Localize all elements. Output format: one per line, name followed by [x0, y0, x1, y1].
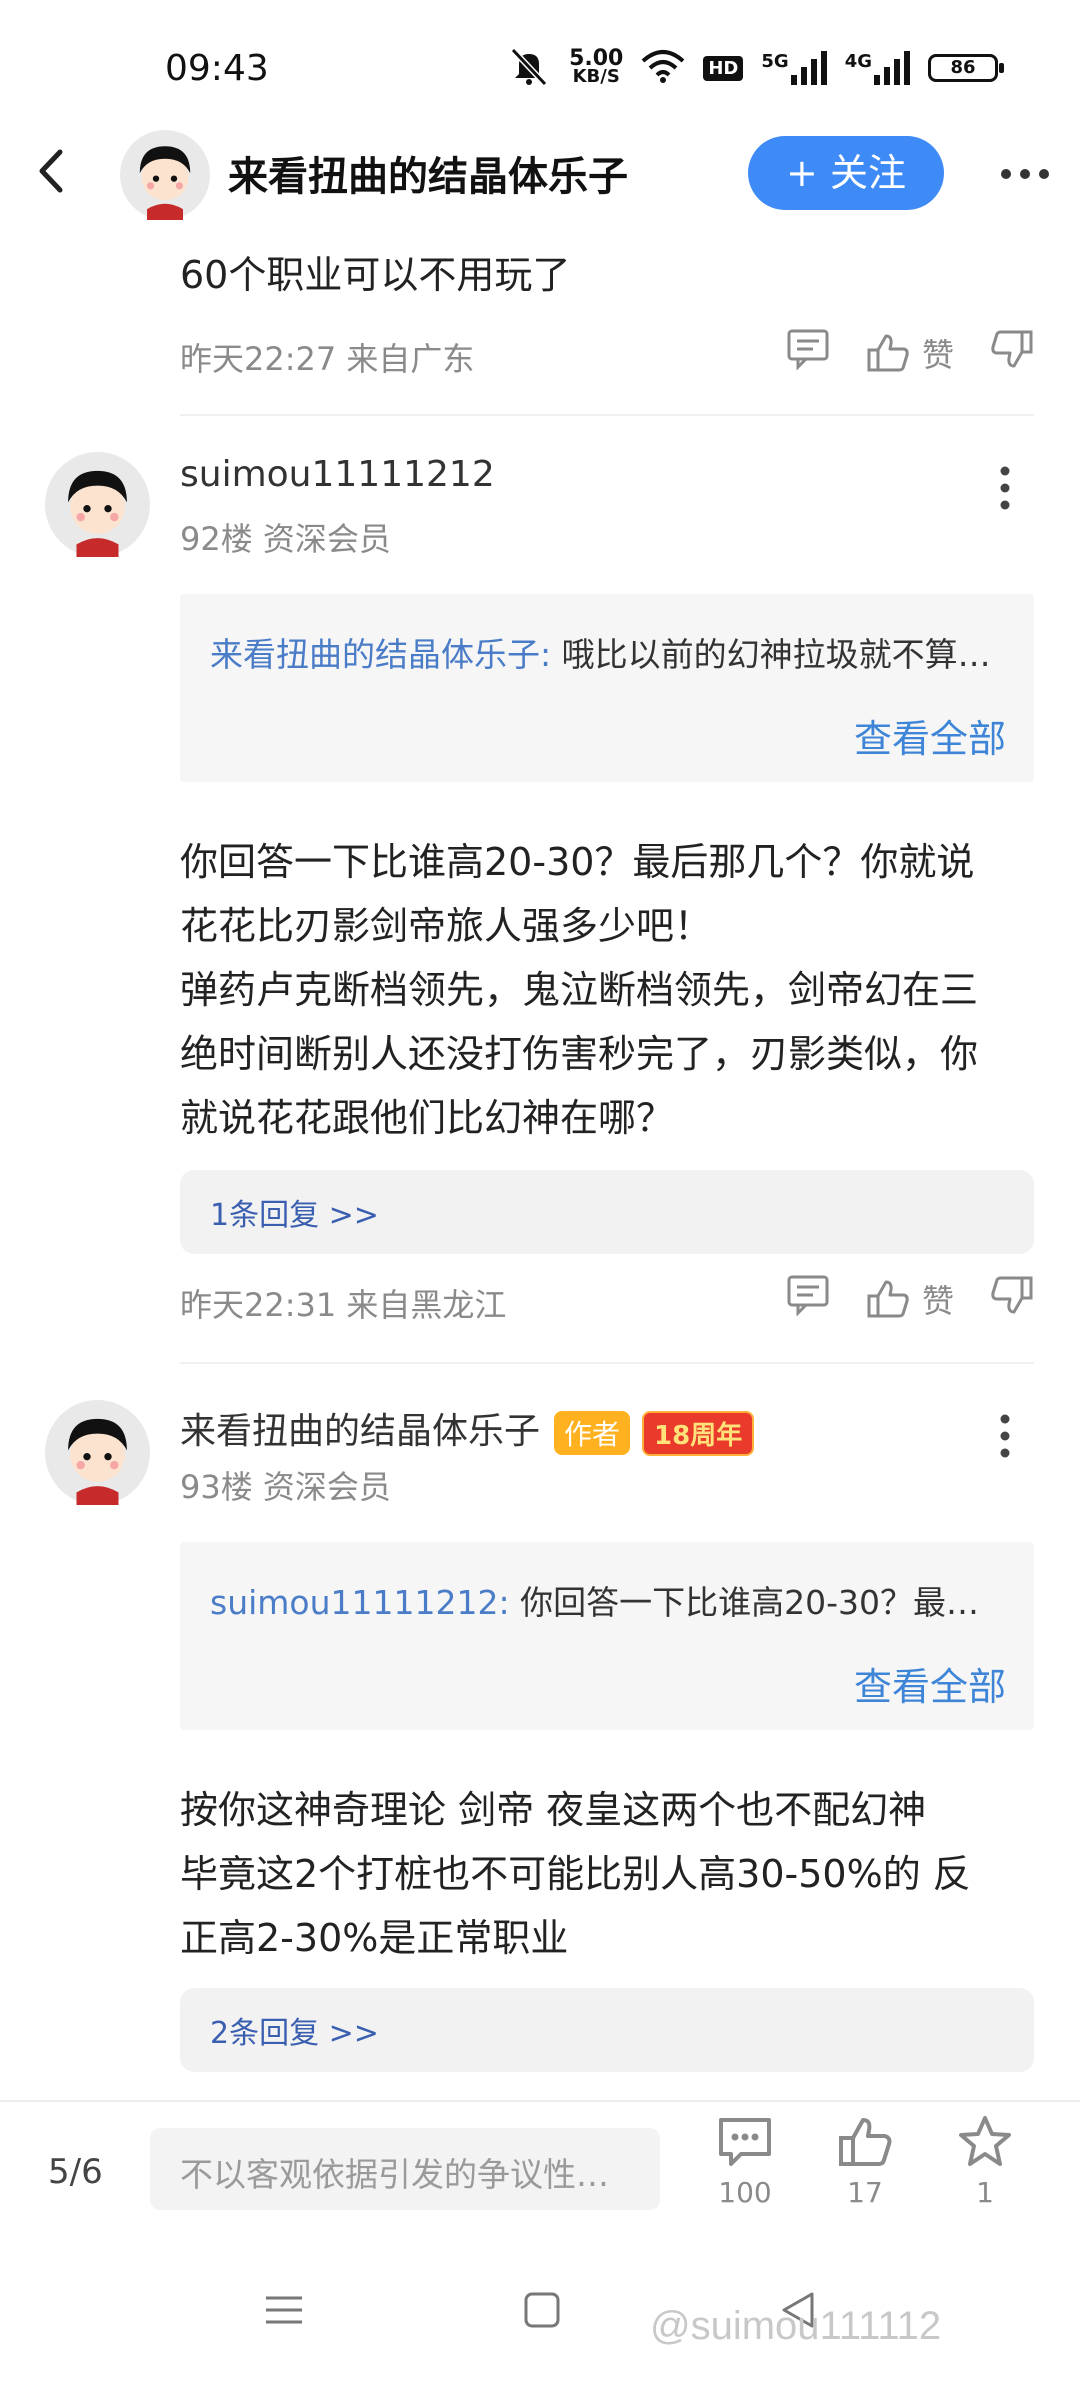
post-body: 按你这神奇理论 剑帝 夜皇这两个也不配幻神 毕竟这2个打桩也不可能比别人高30-… [180, 1778, 1040, 1970]
signal-4g-icon: 4G [845, 51, 910, 85]
quote-box[interactable]: suimou11111212: 你回答一下比谁高20-30？最后那几个？ 查看全… [180, 1542, 1034, 1730]
post-body-line: 就说花花跟他们比幻神在哪？ [180, 1096, 675, 1140]
like-thread-button[interactable]: 17 [810, 2114, 920, 2209]
anniversary-badge: 18周年 [642, 1410, 755, 1456]
page-title: 来看扭曲的结晶体乐子 [228, 154, 628, 200]
comments-button[interactable]: 100 [690, 2114, 800, 2209]
username[interactable]: suimou11111212 [180, 454, 495, 495]
quote-box[interactable]: 来看扭曲的结晶体乐子: 哦比以前的幻神拉圾就不算幻神拉圾了 查看全部 [180, 594, 1034, 782]
username[interactable]: 来看扭曲的结晶体乐子 [180, 1411, 540, 1452]
post-body-line: 花花比刃影剑帝旅人强多少吧！ [180, 904, 713, 948]
replies-link[interactable]: 2条回复 >> [180, 1988, 1034, 2072]
comment-count: 100 [718, 2176, 772, 2209]
post-meta: 昨天22:27 来自广东 [180, 340, 475, 378]
star-icon [959, 2116, 1011, 2166]
thumbs-up-icon [867, 1280, 909, 1318]
status-time: 09:43 [165, 48, 269, 89]
post-body-line: 正高2-30%是正常职业 [180, 1916, 569, 1960]
comment-bubble-icon [719, 2118, 771, 2166]
status-bar: 09:43 5.00 KB/S HD 5G 4G 86 [0, 0, 1080, 130]
post-actions: 赞 [786, 328, 1034, 378]
bottom-action-bar: 5/6 不以客观依据引发的争议性言论 100 17 1 [0, 2100, 1080, 2250]
post-meta: 昨天22:31 来自黑龙江 [180, 1286, 507, 1324]
header-avatar[interactable] [120, 130, 210, 220]
menu-nav-icon[interactable] [264, 2290, 304, 2334]
view-all-link[interactable]: 查看全部 [854, 1656, 1006, 1711]
like-button[interactable]: 赞 [866, 1276, 954, 1322]
avatar[interactable] [45, 452, 150, 557]
post-body-line: 毕竟这2个打桩也不可能比别人高30-50%的 反 [180, 1852, 971, 1896]
username-row: 来看扭曲的结晶体乐子 作者 18周年 [180, 1402, 755, 1456]
favorite-button[interactable]: 1 [930, 2114, 1040, 2209]
thumbs-up-icon [839, 2118, 892, 2166]
post-actions: 赞 [786, 1274, 1034, 1324]
quote-text: 哦比以前的幻神拉圾就不算幻神拉圾了 [561, 635, 1008, 674]
favorite-count: 1 [976, 2176, 994, 2209]
floor-info: 93楼 资深会员 [180, 1468, 391, 1506]
post-body-tail: 60个职业可以不用玩了 [180, 253, 571, 297]
reply-input[interactable]: 不以客观依据引发的争议性言论 [150, 2128, 660, 2210]
follow-button[interactable]: + 关注 [748, 136, 944, 210]
post-body: 你回答一下比谁高20-30？最后那几个？你就说 花花比刃影剑帝旅人强多少吧！ 弹… [180, 830, 1040, 1150]
floor-info: 92楼 资深会员 [180, 520, 391, 558]
replies-count: 2条回复 >> [210, 2016, 379, 2051]
quote-line: 来看扭曲的结晶体乐子: 哦比以前的幻神拉圾就不算幻神拉圾了 [210, 628, 1008, 676]
thumbs-down-icon[interactable] [990, 1274, 1034, 1324]
post-list[interactable]: 60个职业可以不用玩了 昨天22:27 来自广东 赞 suimou1111121… [0, 216, 1080, 2100]
wifi-icon [641, 49, 685, 87]
comment-icon[interactable] [786, 328, 830, 378]
post-body-line: 绝时间断别人还没打伤害秒完了，刃影类似，你 [180, 1032, 979, 1076]
replies-link[interactable]: 1条回复 >> [180, 1170, 1034, 1254]
post-meta-row: 昨天22:31 来自黑龙江 赞 [180, 1270, 1034, 1330]
thread-header: 来看扭曲的结晶体乐子 + 关注 [0, 130, 1080, 220]
like-count: 17 [847, 2176, 883, 2209]
replies-count: 1条回复 >> [210, 1198, 379, 1233]
divider [180, 1362, 1034, 1364]
watermark: @suimou111112 [650, 2304, 942, 2348]
quote-text: 你回答一下比谁高20-30？最后那几个？ [520, 1583, 1008, 1622]
post-body-line: 你回答一下比谁高20-30？最后那几个？你就说 [180, 840, 975, 884]
back-icon[interactable] [36, 148, 76, 198]
hd-badge: HD [703, 55, 744, 81]
post-meta-row: 昨天22:27 来自广东 赞 [180, 324, 1034, 384]
avatar[interactable] [45, 1400, 150, 1505]
comment-icon[interactable] [786, 1274, 830, 1324]
page-indicator[interactable]: 5/6 [48, 2152, 103, 2192]
quote-line: suimou11111212: 你回答一下比谁高20-30？最后那几个？ [210, 1576, 1008, 1624]
post-body-line: 弹药卢克断档领先，鬼泣断档领先，剑帝幻在三 [180, 968, 979, 1012]
thumbs-down-icon[interactable] [990, 328, 1034, 378]
net-speed: 5.00 KB/S [569, 46, 624, 87]
divider [180, 414, 1034, 416]
more-options-icon[interactable] [1000, 140, 1050, 191]
like-label: 赞 [921, 336, 954, 374]
quote-user[interactable]: 来看扭曲的结晶体乐子: [210, 635, 551, 674]
mute-bell-icon [507, 46, 551, 90]
post-menu-icon[interactable] [1000, 1414, 1010, 1458]
author-badge: 作者 [554, 1411, 631, 1455]
like-label: 赞 [921, 1282, 954, 1320]
signal-5g-icon: 5G [761, 51, 827, 85]
view-all-link[interactable]: 查看全部 [854, 708, 1006, 763]
battery-indicator: 86 [928, 54, 1004, 82]
post-body-line: 按你这神奇理论 剑帝 夜皇这两个也不配幻神 [180, 1788, 927, 1832]
quote-user[interactable]: suimou11111212: [210, 1583, 510, 1622]
thumbs-up-icon [867, 334, 909, 372]
like-button[interactable]: 赞 [866, 330, 954, 376]
status-icons: 5.00 KB/S HD 5G 4G 86 [507, 46, 1004, 90]
home-nav-icon[interactable] [522, 2290, 562, 2334]
post-menu-icon[interactable] [1000, 466, 1010, 510]
